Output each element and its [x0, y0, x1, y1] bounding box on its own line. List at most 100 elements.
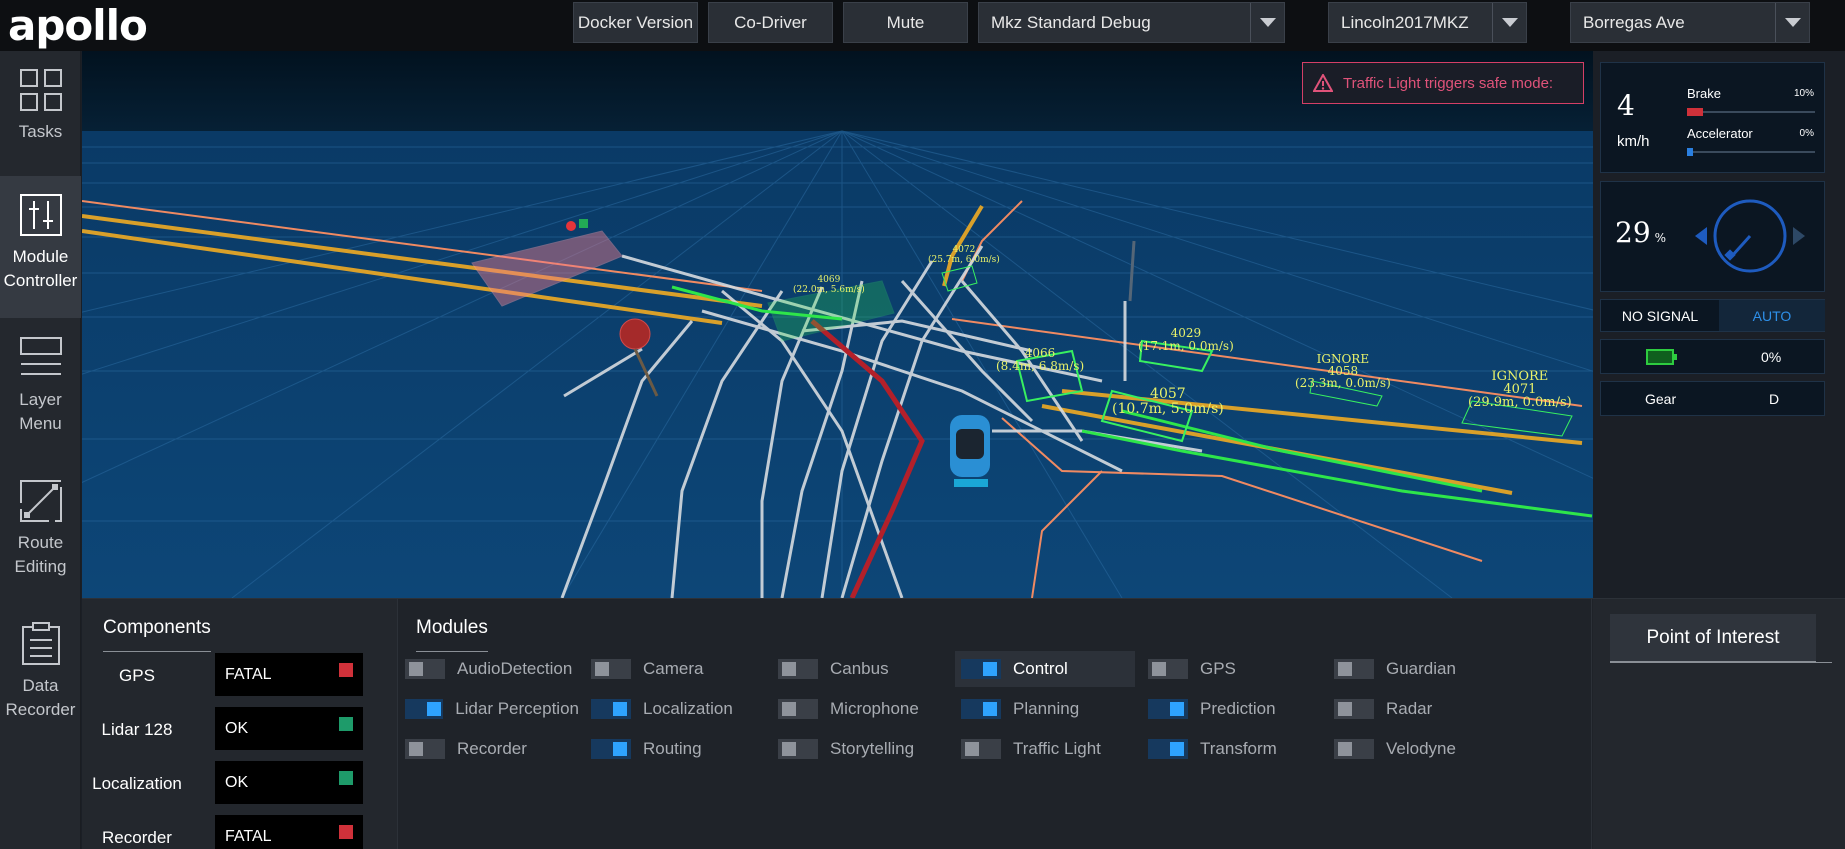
module-toggle-item[interactable]: Planning: [955, 691, 1135, 727]
brake-label: Brake: [1687, 86, 1721, 101]
module-switch[interactable]: [778, 659, 818, 679]
nav-module-controller[interactable]: Module Controller: [0, 176, 81, 318]
point-of-interest-button[interactable]: Point of Interest: [1610, 614, 1816, 662]
top-header: apollo Docker Version Co-Driver Mute Mkz…: [0, 0, 1845, 51]
module-switch[interactable]: [591, 659, 631, 679]
co-driver-button[interactable]: Co-Driver: [708, 2, 833, 43]
module-name: Prediction: [1200, 699, 1276, 718]
module-switch[interactable]: [961, 739, 1001, 759]
switch-knob: [613, 702, 627, 716]
module-toggle-item[interactable]: Prediction: [1142, 691, 1322, 727]
switch-knob: [1170, 702, 1184, 716]
safe-mode-alert: Traffic Light triggers safe mode:: [1302, 62, 1584, 104]
components-panel: Components GPS FATAL Lidar 128 OK Localizati…: [82, 599, 398, 849]
gear-panel: Gear D: [1600, 381, 1825, 416]
mode-select-value: Mkz Standard Debug: [991, 12, 1151, 32]
component-status: FATAL: [215, 815, 363, 849]
module-toggle-item[interactable]: Velodyne: [1328, 731, 1508, 767]
chevron-down-icon: [1250, 3, 1284, 42]
module-name: Routing: [643, 739, 702, 758]
mode-select[interactable]: Mkz Standard Debug: [978, 2, 1285, 43]
turn-right-arrow-icon: [1793, 227, 1805, 245]
apollo-logo: apollo: [8, 0, 148, 50]
nav-tasks[interactable]: Tasks: [0, 51, 81, 193]
module-name: AudioDetection: [457, 659, 573, 678]
module-switch[interactable]: [961, 699, 1001, 719]
component-status-text: FATAL: [225, 827, 272, 845]
map-select[interactable]: Borregas Ave: [1570, 2, 1810, 43]
module-switch[interactable]: [1334, 739, 1374, 759]
obstacle-label-4072-id: 4072: [952, 245, 976, 255]
module-toggle-item[interactable]: Radar: [1328, 691, 1508, 727]
component-status: OK: [215, 707, 363, 750]
module-switch[interactable]: [1334, 699, 1374, 719]
module-switch[interactable]: [778, 739, 818, 759]
module-switch[interactable]: [405, 739, 445, 759]
modules-panel: Modules AudioDetection Camera Canbus Contro…: [399, 599, 1592, 849]
docker-version-button[interactable]: Docker Version: [573, 2, 698, 43]
switch-knob: [1152, 662, 1166, 676]
obstacle-label-4066: 4066 (8.4m, 6.8m/s): [996, 347, 1084, 373]
obstacle-label-4069-info: (22.0m, 5.6m/s): [793, 285, 865, 295]
module-name: Planning: [1013, 699, 1080, 718]
module-switch[interactable]: [405, 699, 444, 719]
module-name: GPS: [1200, 659, 1236, 678]
module-toggle-item[interactable]: Recorder: [399, 731, 579, 767]
module-toggle-item[interactable]: Lidar Perception: [399, 691, 579, 727]
component-row: GPS FATAL: [82, 653, 398, 699]
module-toggle-item[interactable]: Control: [955, 651, 1135, 687]
obstacle-label-4072: 4072 (25.7m, 6.0m/s): [928, 245, 1000, 265]
nav-data-recorder-label-line2: Recorder: [5, 700, 76, 719]
status-indicator-icon: [339, 771, 353, 785]
brake-meter-fill: [1687, 108, 1703, 116]
component-status: FATAL: [215, 653, 363, 696]
module-toggle-item[interactable]: AudioDetection: [399, 651, 579, 687]
mute-button[interactable]: Mute: [843, 2, 968, 43]
component-status: OK: [215, 761, 363, 804]
switch-knob: [427, 702, 441, 716]
module-switch[interactable]: [591, 739, 631, 759]
route-edit-icon: [19, 480, 62, 522]
vehicle-select[interactable]: Lincoln2017MKZ: [1328, 2, 1527, 43]
gear-value: D: [1769, 391, 1780, 407]
nav-layer-menu[interactable]: Layer Menu: [0, 319, 81, 461]
nav-data-recorder[interactable]: Data Recorder: [0, 605, 81, 747]
module-switch[interactable]: [778, 699, 818, 719]
module-name: Traffic Light: [1013, 739, 1101, 758]
module-toggle-item[interactable]: Traffic Light: [955, 731, 1135, 767]
obstacle-label-4069-id: 4069: [817, 275, 841, 285]
module-toggle-item[interactable]: Microphone: [772, 691, 952, 727]
map-select-value: Borregas Ave: [1583, 12, 1685, 32]
steering-unit: %: [1654, 231, 1667, 245]
nav-module-controller-label-line1: Module: [12, 247, 69, 266]
module-toggle-item[interactable]: Camera: [585, 651, 765, 687]
module-toggle-item[interactable]: Canbus: [772, 651, 952, 687]
module-switch[interactable]: [1334, 659, 1374, 679]
module-toggle-item[interactable]: Routing: [585, 731, 765, 767]
obstacle-label-4058-info: (23.3m, 0.0m/s): [1295, 376, 1391, 390]
module-switch[interactable]: [1148, 699, 1188, 719]
module-toggle-item[interactable]: GPS: [1142, 651, 1322, 687]
switch-knob: [1338, 742, 1352, 756]
module-toggle-item[interactable]: Transform: [1142, 731, 1322, 767]
module-switch[interactable]: [1148, 739, 1188, 759]
module-switch[interactable]: [591, 699, 631, 719]
module-name: Radar: [1386, 699, 1433, 718]
obstacle-label-4066-info: (8.4m, 6.8m/s): [996, 359, 1085, 373]
battery-icon: [1646, 349, 1677, 365]
nav-route-editing[interactable]: Route Editing: [0, 462, 81, 604]
scene-3d-view[interactable]: 4069 (22.0m, 5.6m/s) 4072 (25.7m, 6.0m/s…: [82, 51, 1593, 598]
nav-route-editing-label: Route Editing: [15, 531, 67, 579]
module-switch[interactable]: [961, 659, 1001, 679]
switch-knob: [983, 662, 997, 676]
module-toggle-item[interactable]: Storytelling: [772, 731, 952, 767]
chevron-down-icon: [1492, 3, 1526, 42]
module-switch[interactable]: [405, 659, 445, 679]
module-switch[interactable]: [1148, 659, 1188, 679]
module-toggle-item[interactable]: Guardian: [1328, 651, 1508, 687]
module-name: Storytelling: [830, 739, 915, 758]
module-name: Localization: [643, 699, 733, 718]
module-toggle-item[interactable]: Localization: [585, 691, 765, 727]
module-name: Lidar Perception: [455, 699, 579, 718]
steering-percent: 29: [1615, 216, 1651, 249]
